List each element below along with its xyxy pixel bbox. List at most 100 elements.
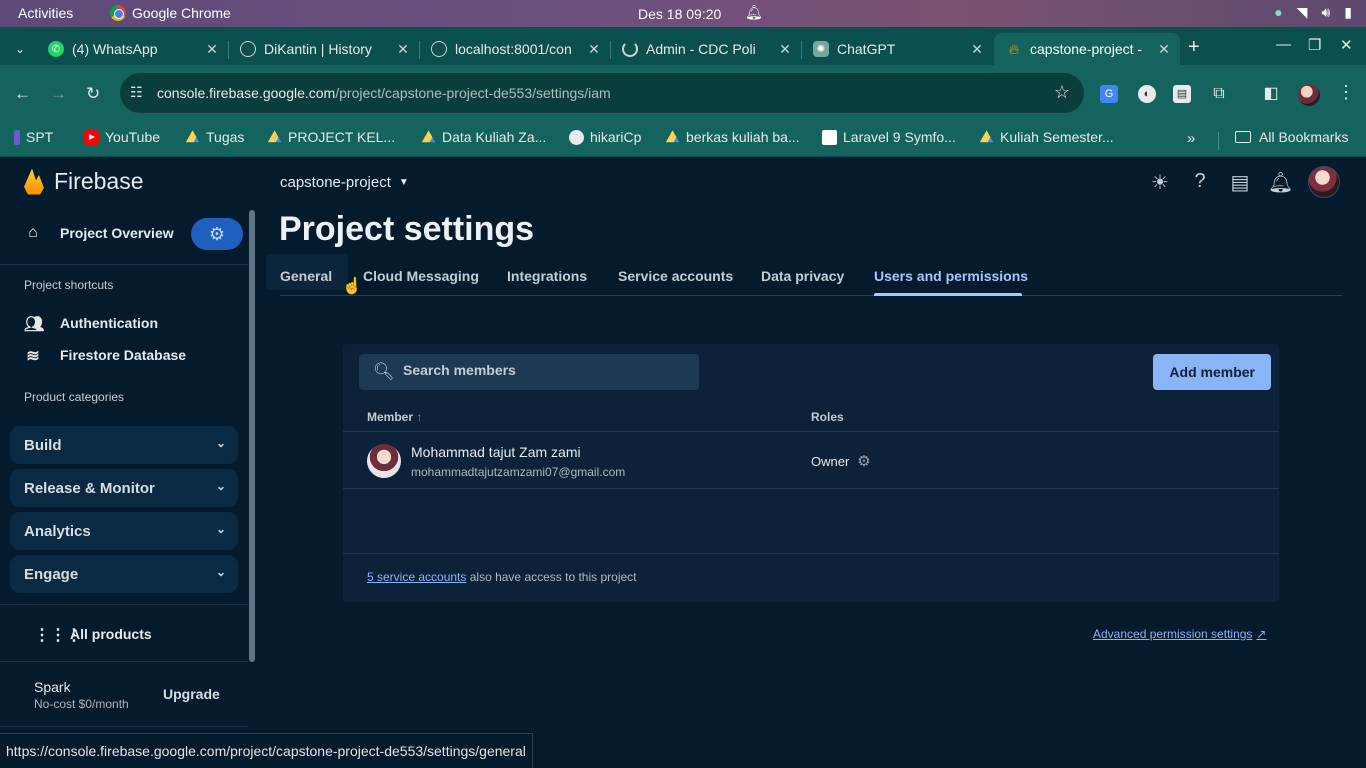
tab-integrations[interactable]: Integrations: [507, 268, 587, 284]
side-panel-icon[interactable]: ◧: [1262, 85, 1280, 103]
all-bookmarks-button[interactable]: All Bookmarks: [1235, 129, 1348, 145]
project-overview-link[interactable]: ⌂ Project Overview: [24, 224, 173, 242]
category-analytics[interactable]: Analytics ⌄: [10, 512, 238, 550]
page-title: Project settings: [279, 210, 535, 248]
member-column-header[interactable]: Member ↑: [367, 410, 422, 424]
tab-admin-cdc[interactable]: Admin - CDC Poli ✕: [610, 33, 801, 65]
address-bar[interactable]: ☷ console.firebase.google.com/project/ca…: [120, 73, 1084, 113]
battery-icon[interactable]: ▮: [1344, 4, 1352, 21]
close-icon[interactable]: ✕: [586, 41, 602, 58]
role-settings-icon[interactable]: ⚙: [857, 452, 870, 470]
category-release-monitor[interactable]: Release & Monitor ⌄: [10, 469, 238, 507]
tab-general[interactable]: General: [280, 268, 332, 284]
close-icon[interactable]: ✕: [777, 41, 793, 58]
globe-icon: [240, 41, 256, 57]
category-build[interactable]: Build ⌄: [10, 426, 238, 464]
app-indicator-icon[interactable]: ●: [1274, 4, 1282, 21]
bookmark-berkas-kuliah[interactable]: berkas kuliah ba...: [665, 129, 800, 145]
add-member-button[interactable]: Add member: [1153, 354, 1271, 390]
chrome-menu-icon[interactable]: ⋮: [1337, 82, 1355, 103]
tab-cloud-messaging[interactable]: Cloud Messaging: [363, 268, 479, 284]
sidebar-item-authentication[interactable]: 👥︎ Authentication: [24, 314, 158, 333]
activities-button[interactable]: Activities: [18, 5, 73, 21]
extension-circle-icon[interactable]: ◐: [1138, 85, 1156, 103]
sidebar-item-firestore[interactable]: ≋ Firestore Database: [24, 346, 186, 365]
app-menu[interactable]: Google Chrome: [110, 5, 231, 21]
theme-toggle-icon[interactable]: ☀: [1148, 170, 1172, 195]
firebase-logo[interactable]: Firebase: [24, 168, 143, 195]
window-close-icon[interactable]: ✕: [1340, 36, 1353, 54]
chatgpt-icon: ✺: [813, 41, 829, 57]
tab-dikantin[interactable]: DiKantin | History ✕: [228, 33, 419, 65]
settings-gear-button[interactable]: ⚙: [191, 218, 243, 250]
tab-capstone-project[interactable]: 🔥︎ capstone-project - ✕: [994, 33, 1180, 65]
tab-users-and-permissions[interactable]: Users and permissions: [874, 268, 1028, 284]
service-accounts-note: 5 service accounts also have access to t…: [367, 570, 637, 584]
site-info-icon[interactable]: ☷: [130, 84, 143, 101]
back-icon[interactable]: ←: [14, 84, 31, 104]
search-input[interactable]: [403, 362, 683, 378]
notifications-icon[interactable]: 🔔︎: [1268, 170, 1293, 195]
document-extension-icon[interactable]: ▤: [1173, 85, 1191, 103]
bookmark-star-icon[interactable]: ☆: [1054, 82, 1070, 103]
whatsapp-icon: ✆: [48, 41, 64, 57]
project-picker[interactable]: capstone-project ▼: [280, 174, 409, 191]
tab-whatsapp[interactable]: ✆ (4) WhatsApp ✕: [36, 33, 228, 65]
release-notes-icon[interactable]: ▤: [1228, 170, 1252, 195]
chevron-down-icon: ⌄: [215, 565, 226, 579]
bookmark-data-kuliah[interactable]: Data Kuliah Za...: [421, 129, 546, 145]
firebase-icon: 🔥︎: [1008, 40, 1020, 57]
bookmark-project-kel[interactable]: PROJECT KEL...: [267, 129, 395, 145]
extensions-puzzle-icon[interactable]: ⧉: [1210, 85, 1228, 103]
maximize-icon[interactable]: ❐: [1308, 36, 1321, 54]
sidebar-scrollbar[interactable]: [249, 210, 255, 662]
service-accounts-link[interactable]: 5 service accounts: [367, 570, 466, 584]
close-icon[interactable]: ✕: [1156, 41, 1172, 58]
bookmark-youtube[interactable]: YouTube: [84, 129, 160, 145]
account-avatar[interactable]: [1308, 166, 1340, 198]
translate-extension-icon[interactable]: G: [1100, 85, 1118, 103]
table-row[interactable]: Mohammad tajut Zam zami mohammadtajutzam…: [343, 432, 1279, 489]
minimize-icon[interactable]: —: [1276, 36, 1291, 53]
bookmark-spt[interactable]: SPT: [14, 129, 53, 145]
forward-icon[interactable]: →: [50, 84, 67, 104]
upgrade-button[interactable]: Upgrade: [163, 686, 220, 702]
firebase-sidebar: Firebase ⌂ Project Overview ⚙ Project sh…: [0, 158, 256, 768]
more-bookmarks-icon[interactable]: »: [1187, 130, 1195, 147]
url-text[interactable]: console.firebase.google.com/project/caps…: [157, 85, 611, 101]
chrome-profile-avatar[interactable]: [1298, 84, 1320, 106]
all-products-link[interactable]: ⋮⋮⋮ All products: [34, 625, 152, 644]
app-name-label: Google Chrome: [132, 5, 231, 21]
sort-arrow-up-icon: ↑: [416, 410, 423, 424]
system-tray[interactable]: ● ◥ 🔊︎ ▮: [1274, 4, 1352, 21]
tab-chatgpt[interactable]: ✺ ChatGPT ✕: [801, 33, 993, 65]
apps-grid-icon: ⋮⋮⋮: [34, 627, 82, 644]
tab-search-button[interactable]: ⌄: [8, 37, 32, 61]
bookmark-kuliah-semester[interactable]: Kuliah Semester...: [979, 129, 1114, 145]
folder-icon: [1235, 131, 1251, 143]
notification-bell-icon[interactable]: 🔔︎: [745, 4, 763, 21]
bookmark-laravel[interactable]: Laravel 9 Symfo...: [822, 129, 956, 145]
new-tab-button[interactable]: +: [1188, 36, 1200, 59]
tab-title: Admin - CDC Poli: [646, 41, 756, 57]
close-icon[interactable]: ✕: [204, 41, 220, 58]
tab-localhost[interactable]: localhost:8001/con ✕: [419, 33, 610, 65]
close-icon[interactable]: ✕: [969, 41, 985, 58]
search-members-box[interactable]: 🔍︎: [359, 354, 699, 390]
tab-data-privacy[interactable]: Data privacy: [761, 268, 844, 284]
loading-icon: [622, 41, 638, 57]
clock[interactable]: Des 18 09:20: [638, 6, 721, 22]
main-content: capstone-project ▼ ☀ ? ▤ 🔔︎ Project sett…: [256, 158, 1366, 768]
help-icon[interactable]: ?: [1188, 170, 1212, 193]
reload-icon[interactable]: ↻: [86, 84, 100, 104]
category-engage[interactable]: Engage ⌄: [10, 555, 238, 593]
tab-service-accounts[interactable]: Service accounts: [618, 268, 733, 284]
bookmark-tugas[interactable]: Tugas: [185, 129, 244, 145]
wifi-icon[interactable]: ◥: [1297, 4, 1308, 21]
advanced-permission-settings-link[interactable]: Advanced permission settings ↗: [1093, 627, 1266, 641]
github-icon: [569, 129, 584, 145]
close-icon[interactable]: ✕: [395, 41, 411, 58]
bookmark-hikaricp[interactable]: hikariCp: [569, 129, 641, 145]
drive-icon: [665, 130, 680, 143]
volume-icon[interactable]: 🔊︎: [1321, 4, 1330, 21]
